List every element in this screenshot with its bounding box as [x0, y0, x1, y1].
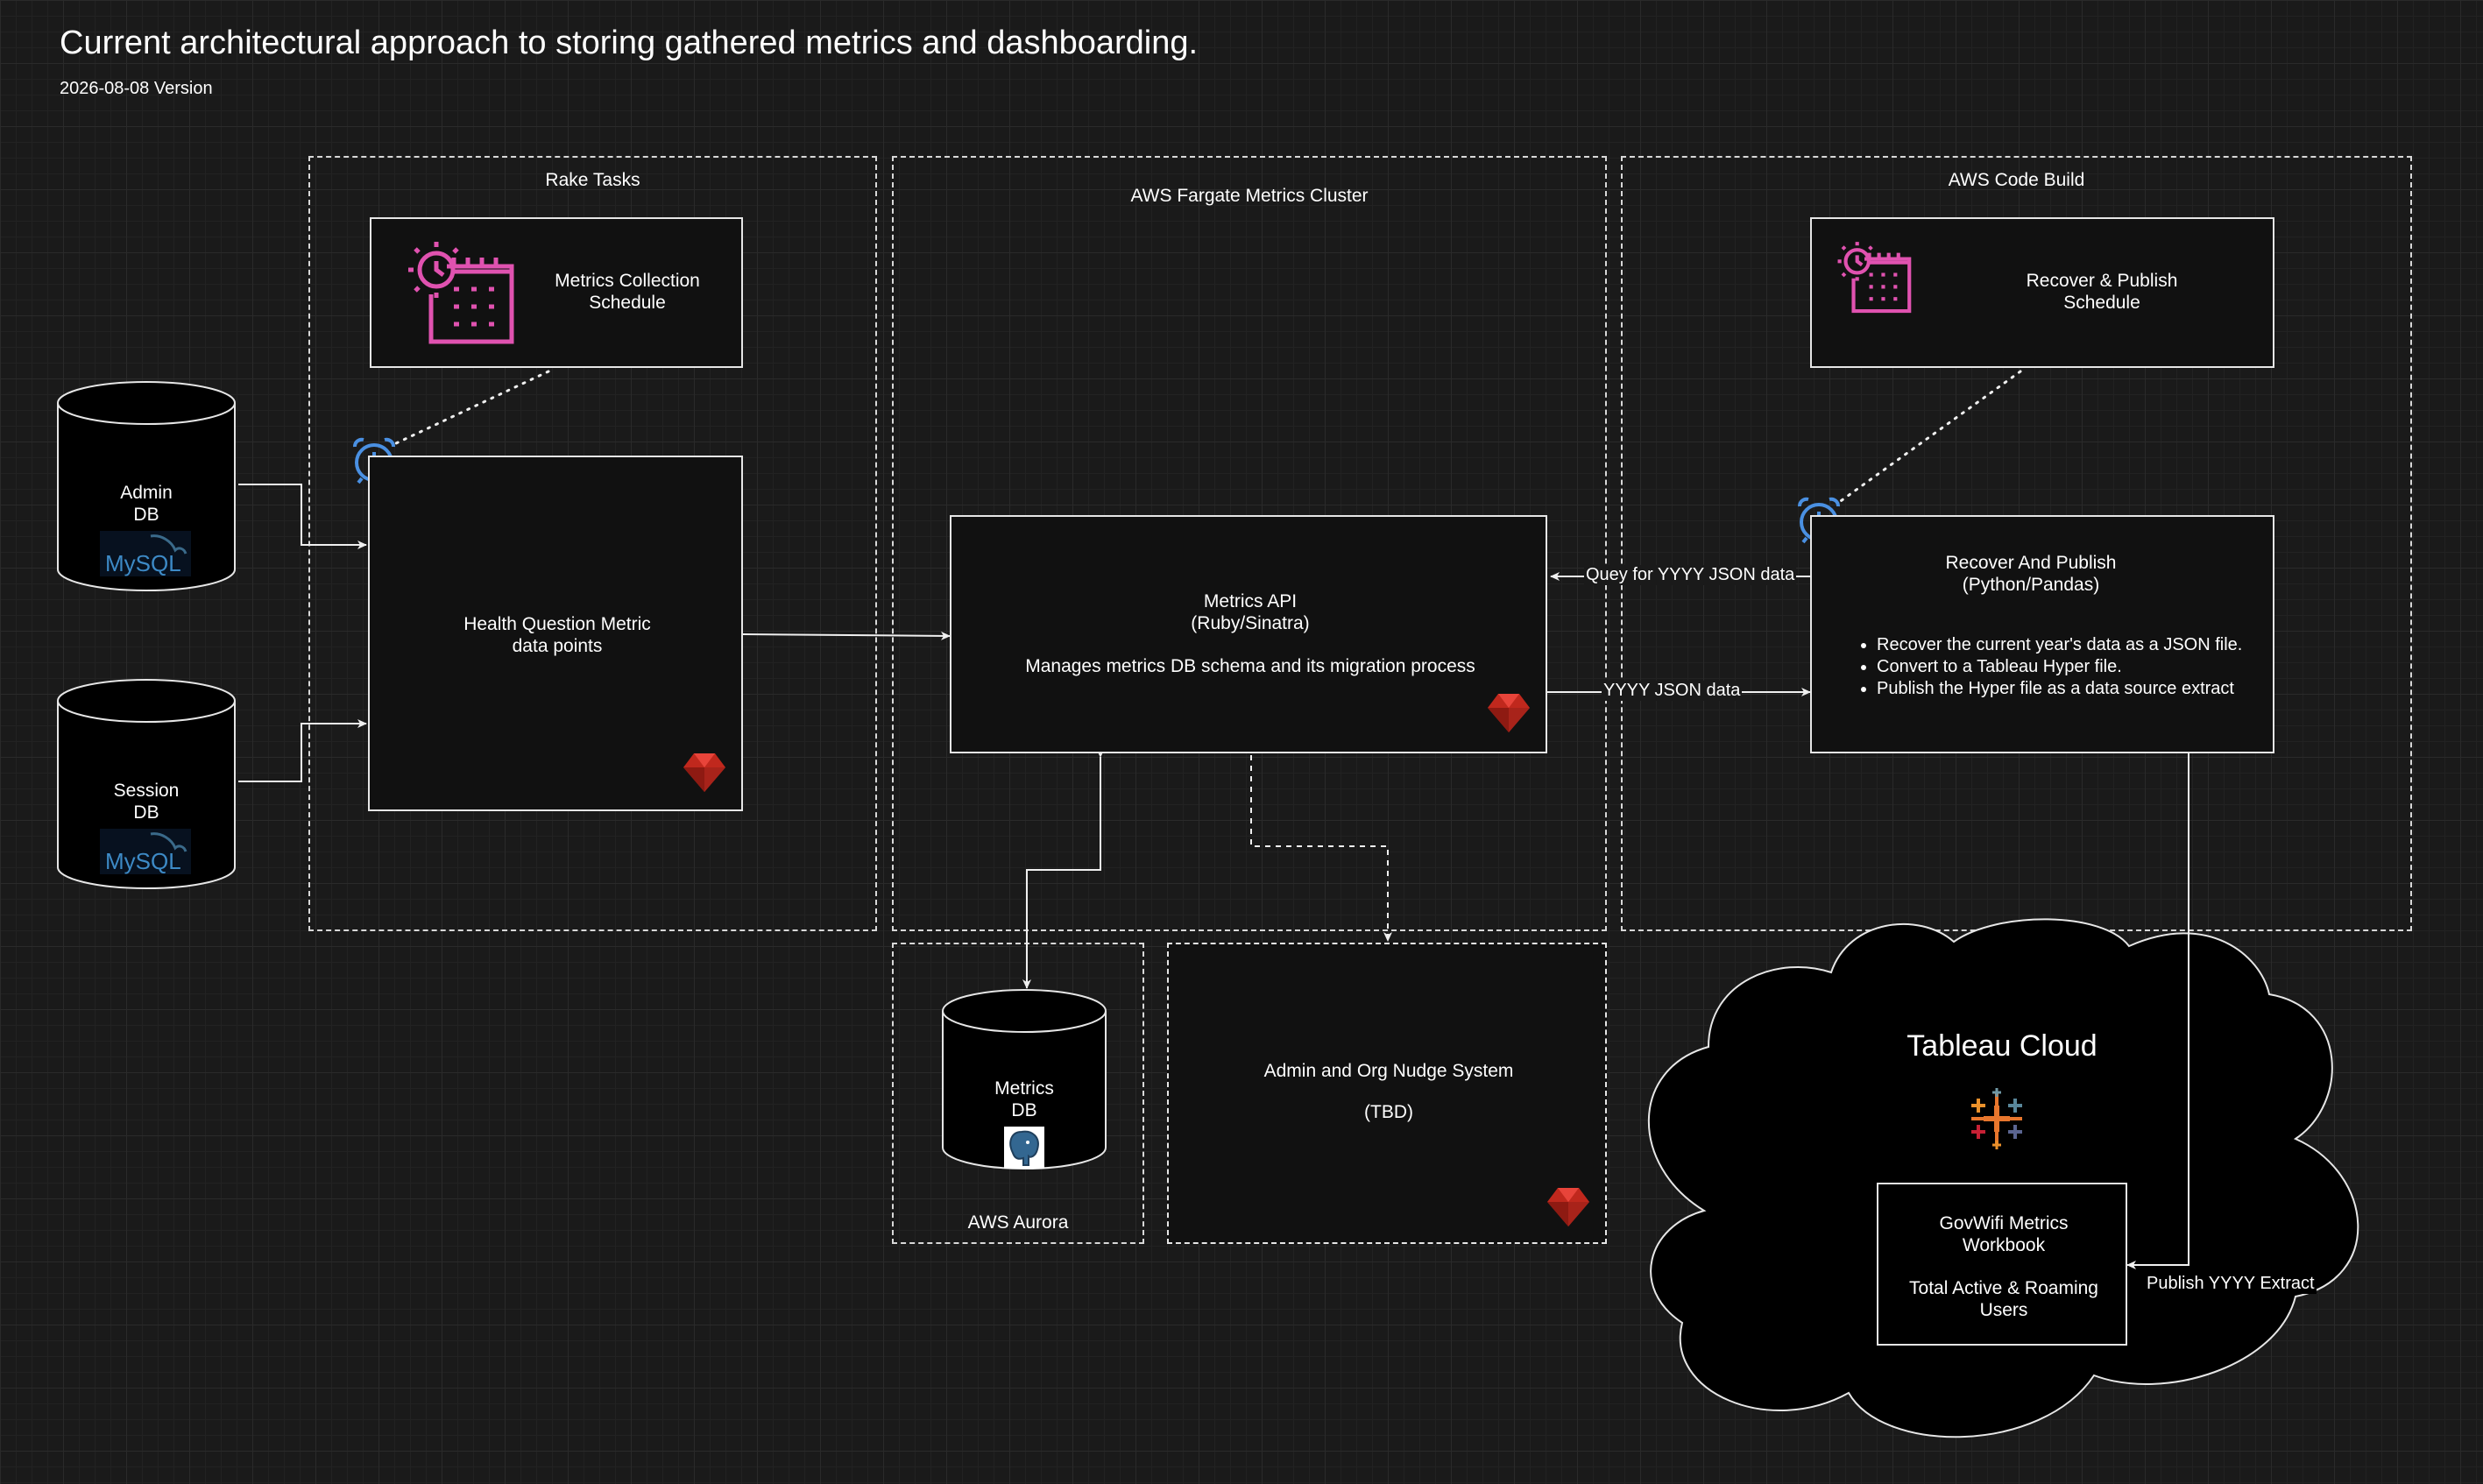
tableau-logo-icon: [1964, 1086, 2029, 1155]
session-db-line1: Session: [113, 781, 180, 801]
health-line1: Health Question Metric: [463, 614, 651, 634]
recover-line2: (Python/Pandas): [1962, 575, 2100, 595]
ruby-gem-icon: [682, 748, 727, 798]
edge-label-query: Quey for YYYY JSON data: [1584, 565, 1797, 585]
metrics-schedule-line1: Metrics Collection: [555, 271, 700, 291]
recover-schedule-line1: Recover & Publish: [2026, 271, 2178, 291]
edge-session-to-health: [238, 719, 367, 782]
tableau-cloud-shape: [1647, 918, 2359, 1438]
health-question-metric-box[interactable]: Health Question Metric data points: [368, 456, 743, 811]
edge-api-to-nudge: [1250, 755, 1392, 942]
edge-schedule-dotted: [393, 370, 550, 446]
metrics-api-label: Metrics API (Ruby/Sinatra) Manages metri…: [951, 590, 1549, 677]
recover-bullets: Recover the current year's data as a JSO…: [1857, 634, 2242, 700]
metrics-schedule-line2: Schedule: [589, 293, 666, 313]
health-label: Health Question Metric data points: [370, 613, 745, 657]
admin-db-label: Admin DB: [103, 482, 190, 526]
recover-schedule-label: Recover & Publish Schedule: [1987, 270, 2217, 314]
recover-label: Recover And Publish (Python/Pandas): [1812, 552, 2250, 596]
api-line2: (Ruby/Sinatra): [1191, 613, 1310, 633]
metrics-api-box[interactable]: Metrics API (Ruby/Sinatra) Manages metri…: [950, 515, 1547, 753]
nudge-label: Admin and Org Nudge System (TBD): [1169, 1060, 1609, 1123]
calendar-clock-icon: [1833, 238, 1912, 322]
mysql-logo-text-session: MySQL: [105, 848, 181, 874]
govwifi-workbook-box[interactable]: GovWifi Metrics Workbook Total Active & …: [1877, 1183, 2127, 1346]
tableau-cloud-title: Tableau Cloud: [1906, 1029, 2097, 1063]
postgres-elephant-icon: [1004, 1127, 1044, 1169]
workbook-line2: Workbook: [1962, 1235, 2046, 1255]
api-line3: Manages metrics DB schema and its migrat…: [1025, 656, 1475, 676]
metrics-collection-schedule-box[interactable]: Metrics Collection Schedule: [370, 217, 743, 368]
edge-health-to-api: [742, 631, 951, 640]
nudge-system-box[interactable]: Admin and Org Nudge System (TBD): [1167, 943, 1607, 1244]
mysql-logo-text-admin: MySQL: [105, 550, 181, 576]
edge-api-metricsdb: [1022, 748, 1105, 989]
workbook-line1: GovWifi Metrics: [1939, 1213, 2069, 1233]
session-db-label: Session DB: [103, 780, 190, 823]
api-line1: Metrics API: [1203, 591, 1298, 611]
edge-label-publish: Publish YYYY Extract: [2145, 1274, 2317, 1294]
recover-bullet: Publish the Hyper file as a data source …: [1877, 678, 2242, 700]
metrics-db-line1: Metrics: [994, 1078, 1054, 1099]
recover-bullet: Recover the current year's data as a JSO…: [1877, 634, 2242, 656]
health-line2: data points: [512, 636, 603, 656]
metrics-db-label: Metrics DB: [980, 1078, 1068, 1121]
workbook-line3: Total Active & Roaming: [1909, 1278, 2098, 1298]
admin-db-line2: DB: [133, 505, 159, 525]
edge-recover-schedule-dotted: [1836, 370, 2022, 505]
mysql-logo-admin: MySQL: [100, 531, 191, 576]
metrics-schedule-label: Metrics Collection Schedule: [522, 270, 732, 314]
nudge-line2: (TBD): [1364, 1102, 1413, 1122]
edge-label-json: YYYY JSON data: [1602, 681, 1743, 701]
nudge-line1: Admin and Org Nudge System: [1263, 1061, 1514, 1081]
workbook-line4: Users: [1979, 1300, 2028, 1320]
ruby-gem-icon: [1546, 1183, 1591, 1233]
recover-publish-schedule-box[interactable]: Recover & Publish Schedule: [1810, 217, 2274, 368]
admin-db-line1: Admin: [120, 483, 173, 503]
metrics-db-line2: DB: [1011, 1100, 1037, 1120]
workbook-label: GovWifi Metrics Workbook Total Active & …: [1878, 1212, 2129, 1321]
ruby-gem-icon: [1486, 689, 1532, 738]
mysql-logo-session: MySQL: [100, 829, 191, 874]
recover-schedule-line2: Schedule: [2063, 293, 2140, 313]
recover-bullet: Convert to a Tableau Hyper file.: [1877, 656, 2242, 678]
recover-publish-box[interactable]: Recover And Publish (Python/Pandas) Reco…: [1810, 515, 2274, 753]
calendar-clock-icon: [401, 237, 515, 355]
session-db-line2: DB: [133, 802, 159, 823]
recover-line1: Recover And Publish: [1945, 553, 2117, 573]
edge-admin-to-health: [238, 484, 367, 549]
